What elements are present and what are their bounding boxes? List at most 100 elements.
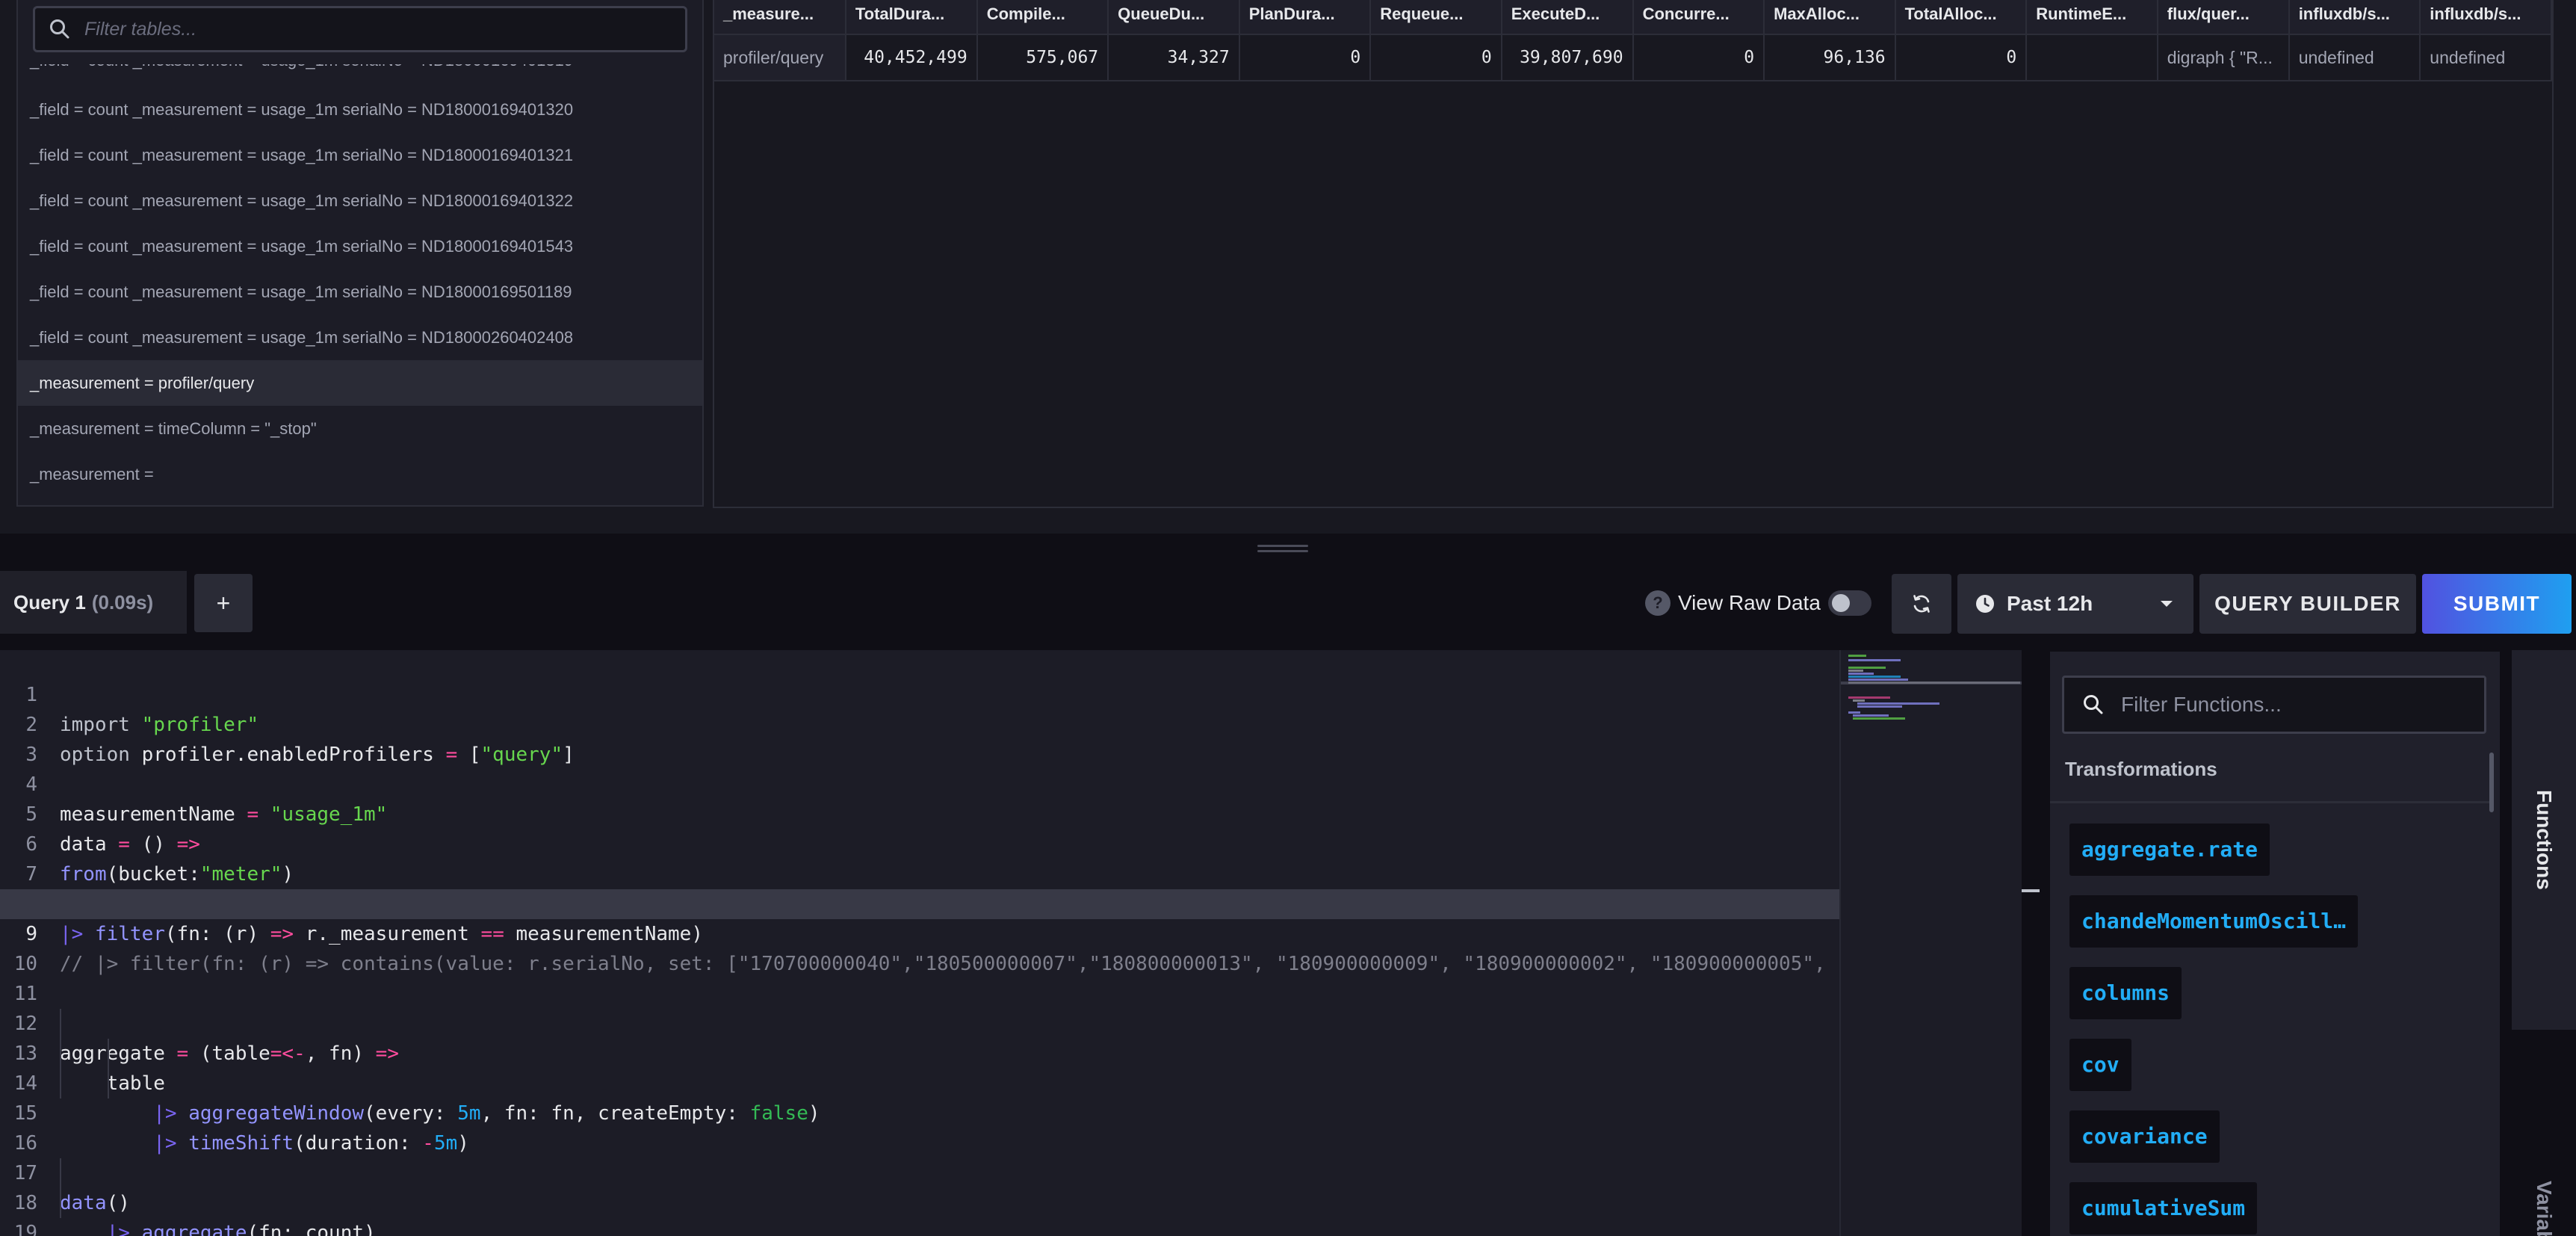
function-item[interactable]: columns xyxy=(2069,967,2182,1019)
view-raw-data-toggle[interactable] xyxy=(1827,590,1871,616)
code-line: 8 |> filter(fn: (r) => r._measurement ==… xyxy=(0,859,1841,945)
table-cell: 575,067 xyxy=(976,34,1109,81)
filter-tables-placeholder: Filter tables... xyxy=(84,18,197,40)
column-header[interactable]: PlanDura... xyxy=(1239,0,1372,34)
results-table: _measure... TotalDura... Compile... Queu… xyxy=(714,0,2552,81)
column-header[interactable]: TotalDura... xyxy=(845,0,978,34)
table-list-item[interactable]: _field = count _measurement = usage_1m s… xyxy=(18,132,702,178)
function-item[interactable]: covariance xyxy=(2069,1110,2220,1163)
code-line-active: 9 // |> filter(fn: (r) => contains(value… xyxy=(0,889,1841,975)
code-line: 6 from(bucket:"meter") xyxy=(0,800,1841,886)
time-range-label: Past 12h xyxy=(2007,592,2093,615)
column-header[interactable]: Concurre... xyxy=(1632,0,1765,34)
column-header[interactable]: flux/quer... xyxy=(2157,0,2290,34)
results-area: Filter tables... _field = count _measure… xyxy=(0,0,2576,534)
indent-guide xyxy=(60,1158,61,1218)
code-line: 1 import "profiler" xyxy=(0,650,1841,736)
tab-functions[interactable]: Functions xyxy=(2512,650,2576,1030)
table-list-item[interactable]: _field = count _measurement = usage_1m s… xyxy=(18,269,702,315)
function-list: aggregate.rate chandeMomentumOscill… col… xyxy=(2069,824,2359,1236)
clock-icon xyxy=(1976,595,1994,613)
column-header[interactable]: TotalAlloc... xyxy=(1895,0,2028,34)
column-header[interactable]: MaxAlloc... xyxy=(1764,0,1896,34)
table-cell: undefined xyxy=(2288,34,2421,81)
help-icon[interactable]: ? xyxy=(1645,590,1671,616)
functions-panel: Filter Functions... Transformations aggr… xyxy=(2050,652,2500,1236)
refresh-icon xyxy=(1913,595,1930,613)
time-range-dropdown[interactable]: Past 12h xyxy=(1957,574,2193,634)
tables-panel: Filter tables... _field = count _measure… xyxy=(16,0,704,507)
table-cell xyxy=(2026,34,2158,81)
table-list-item[interactable]: _field = count _measurement = usage_1m s… xyxy=(18,178,702,223)
function-item[interactable]: cov xyxy=(2069,1039,2131,1091)
column-header[interactable]: ExecuteD... xyxy=(1501,0,1634,34)
editor-minimap[interactable] xyxy=(1839,650,2022,1236)
flux-code-editor[interactable]: 1 import "profiler" 2 option profiler.en… xyxy=(0,650,1841,1236)
filter-tables-input[interactable]: Filter tables... xyxy=(33,6,687,52)
code-line: 7 |> range(start: 1722834000, stop: 1722… xyxy=(0,829,1841,915)
tab-query-1[interactable]: Query 1 (0.09s) xyxy=(0,571,187,634)
functions-scrollbar[interactable] xyxy=(2489,753,2494,812)
column-header[interactable]: influxdb/s... xyxy=(2420,0,2552,34)
refresh-button[interactable] xyxy=(1892,574,1951,634)
code-line: 3 xyxy=(0,710,1841,766)
column-header[interactable]: influxdb/s... xyxy=(2288,0,2421,34)
filter-functions-placeholder: Filter Functions... xyxy=(2121,693,2282,716)
editor-scroll-indicator xyxy=(2022,889,2040,892)
category-divider xyxy=(2050,801,2492,803)
table-cell: 0 xyxy=(1895,34,2028,81)
submit-button[interactable]: SUBMIT xyxy=(2422,574,2572,634)
table-list-item-label: _measurement = timeColumn = "_stop" xyxy=(30,418,317,438)
table-list-item[interactable]: _field = count _measurement = usage_1m s… xyxy=(18,315,702,360)
table-list-item-label: _field = count _measurement = usage_1m s… xyxy=(30,64,573,70)
table-cell: 0 xyxy=(1239,34,1372,81)
table-cell: digraph { "R... xyxy=(2157,34,2290,81)
chevron-down-icon xyxy=(2161,601,2173,607)
search-icon xyxy=(2084,695,2103,714)
column-header[interactable]: QueueDu... xyxy=(1108,0,1240,34)
table-cell: 96,136 xyxy=(1764,34,1896,81)
results-header-row: _measure... TotalDura... Compile... Queu… xyxy=(714,0,2552,34)
code-line: 14 |> aggregateWindow(every: 5m, fn: fn,… xyxy=(0,1039,1841,1125)
table-list-item-selected[interactable]: _measurement = profiler/query xyxy=(18,360,702,406)
code-line: 12 aggregate = (table=<-, fn) => xyxy=(0,979,1841,1065)
column-header[interactable]: _measure... xyxy=(714,0,846,34)
table-list-item-label: _field = count _measurement = usage_1m s… xyxy=(30,236,574,256)
table-list-item[interactable]: _field = count _measurement = usage_1m s… xyxy=(18,223,702,269)
panel-resize-handle[interactable] xyxy=(1257,545,1308,555)
table-cell: 34,327 xyxy=(1108,34,1240,81)
function-item[interactable]: cumulativeSum xyxy=(2069,1182,2258,1235)
query-toolbar: Query 1 (0.09s) + ? View Raw Data Past 1… xyxy=(0,569,2576,638)
table-cell: undefined xyxy=(2420,34,2552,81)
table-list-item-label: _field = count _measurement = usage_1m s… xyxy=(30,282,572,301)
tab-variables-label: Variables xyxy=(2533,1181,2556,1236)
table-list-item[interactable]: _measurement = xyxy=(18,451,702,497)
column-header[interactable]: Requeue... xyxy=(1370,0,1502,34)
view-raw-data-control: ? View Raw Data xyxy=(1645,586,1871,620)
code-line: 11 xyxy=(0,949,1841,1005)
toggle-knob xyxy=(1831,594,1850,612)
filter-functions-input[interactable]: Filter Functions... xyxy=(2062,676,2486,734)
table-list-item-label: _field = count _measurement = usage_1m s… xyxy=(30,99,574,119)
column-header[interactable]: Compile... xyxy=(976,0,1109,34)
plus-icon: + xyxy=(216,589,231,617)
tab-variables[interactable]: Variables xyxy=(2512,1181,2576,1236)
code-line: 15 |> timeShift(duration: -5m) xyxy=(0,1069,1841,1155)
table-list-item[interactable]: _field = count _measurement = usage_1m s… xyxy=(18,64,702,87)
table-list-item[interactable]: _measurement = timeColumn = "_stop" xyxy=(18,406,702,451)
view-raw-data-label: View Raw Data xyxy=(1678,591,1821,614)
code-line: 13 table xyxy=(0,1009,1841,1095)
function-item[interactable]: aggregate.rate xyxy=(2069,824,2270,876)
code-line: 2 option profiler.enabledProfilers = ["q… xyxy=(0,680,1841,766)
query-builder-button[interactable]: QUERY BUILDER xyxy=(2199,574,2416,634)
add-query-button[interactable]: + xyxy=(194,574,253,632)
column-header[interactable]: RuntimeE... xyxy=(2026,0,2158,34)
function-category-title: Transformations xyxy=(2065,758,2217,780)
table-cell: 39,807,690 xyxy=(1501,34,1634,81)
indent-guide xyxy=(60,1009,61,1099)
table-cell: 40,452,499 xyxy=(845,34,978,81)
table-cell: 0 xyxy=(1632,34,1765,81)
table-list-item[interactable]: _field = count _measurement = usage_1m s… xyxy=(18,87,702,132)
function-item[interactable]: chandeMomentumOscill… xyxy=(2069,895,2359,948)
search-icon xyxy=(50,19,69,39)
